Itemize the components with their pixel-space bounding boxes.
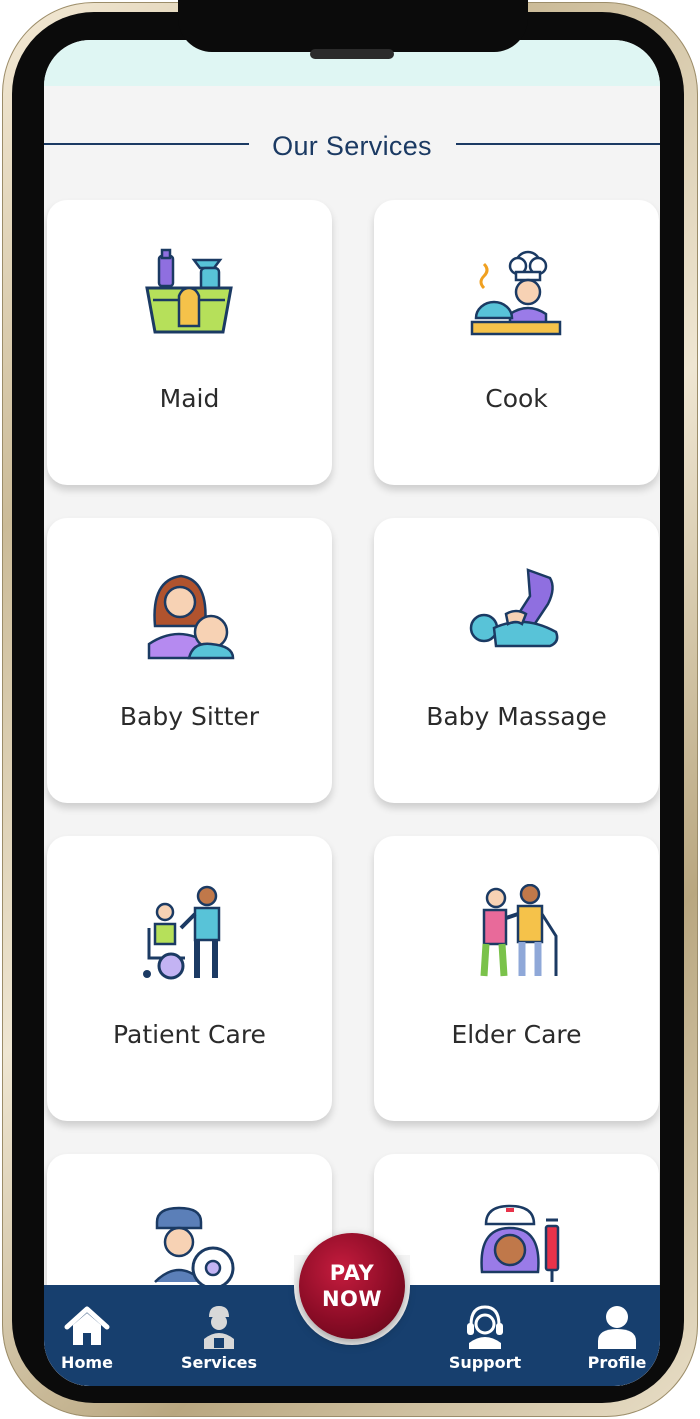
page-title: Our Services [254,131,450,161]
service-card-baby-sitter[interactable]: Baby Sitter [47,518,332,803]
nav-profile-label: Profile [587,1353,647,1372]
support-agent-icon [462,1305,508,1349]
service-label: Patient Care [113,1020,266,1049]
service-card-elder-care[interactable]: Elder Care [374,836,659,1121]
phone-speaker [310,49,394,59]
pay-now-button[interactable]: PAY NOW [299,1233,405,1339]
app-screen: Our Services Maid Cook Baby Sitter Baby … [44,40,660,1386]
nav-profile[interactable]: Profile [562,1285,660,1386]
nav-support-label: Support [448,1353,522,1372]
service-label: Baby Massage [426,702,607,731]
chef-icon [466,248,566,348]
wheelchair-caregiver-icon [139,884,239,984]
service-card-patient-care[interactable]: Patient Care [47,836,332,1121]
mother-baby-icon [139,566,239,666]
home-icon [64,1305,110,1349]
pay-now-label-line2: NOW [321,1287,383,1311]
services-page: Our Services Maid Cook Baby Sitter Baby … [44,86,660,1386]
baby-massage-icon [466,566,566,666]
nav-services[interactable]: Services [164,1285,274,1386]
phone-notch [178,0,528,52]
worker-icon [196,1305,242,1349]
nav-support[interactable]: Support [430,1285,540,1386]
pay-now-label-line1: PAY [329,1261,375,1285]
service-card-baby-massage[interactable]: Baby Massage [374,518,659,803]
section-header: Our Services [44,126,660,166]
nav-services-label: Services [180,1353,258,1372]
user-icon [594,1305,640,1349]
elderly-walking-icon [466,883,566,984]
nav-home-label: Home [61,1353,113,1372]
nav-home[interactable]: Home [44,1285,142,1386]
service-label: Cook [485,384,548,413]
service-label: Elder Care [451,1020,582,1049]
service-label: Maid [159,384,220,413]
cleaning-basket-icon [139,248,239,348]
service-card-cook[interactable]: Cook [374,200,659,485]
service-card-maid[interactable]: Maid [47,200,332,485]
service-label: Baby Sitter [119,702,260,731]
